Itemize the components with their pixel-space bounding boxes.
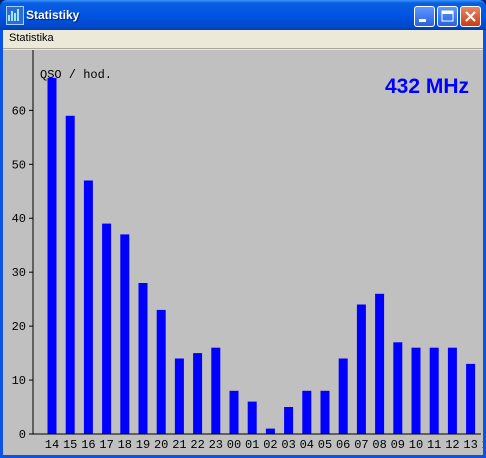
- x-tick-label: 04: [300, 438, 314, 452]
- unit-label: QSO / hod.: [40, 68, 112, 82]
- maximize-button[interactable]: [437, 6, 458, 27]
- bar: [138, 283, 148, 434]
- bar: [102, 223, 112, 434]
- x-tick-label: 16: [81, 438, 95, 452]
- bar: [156, 309, 166, 434]
- app-icon: [6, 6, 24, 25]
- y-tick-label: 10: [12, 374, 26, 388]
- maximize-icon: [441, 10, 454, 22]
- bar: [174, 358, 184, 434]
- y-tick-label: 40: [12, 212, 26, 226]
- bar: [120, 234, 130, 434]
- x-tick-label: 19: [136, 438, 150, 452]
- bar: [284, 407, 294, 434]
- x-tick-label: 02: [263, 438, 277, 452]
- x-tick-label: 22: [190, 438, 204, 452]
- x-tick-label: 05: [318, 438, 332, 452]
- y-tick-label: 0: [19, 428, 26, 442]
- menu-separator: [3, 48, 483, 49]
- x-tick-label: 07: [354, 438, 368, 452]
- bar-chart: 0 10 20 30 40 50 60 14 15 16 17 18 19 20 21 22 23 00 01 02…: [12, 50, 483, 452]
- app-window: Statistiky Statistika 0 10 20 30 40 50 6…: [0, 0, 486, 458]
- minimize-button[interactable]: [414, 6, 435, 27]
- y-tick-label: 30: [12, 266, 26, 280]
- client-area: Statistika 0 10 20 30 40 50 60 14 15 16 17 18 19 20 2…: [3, 30, 483, 455]
- menu-statistika[interactable]: Statistika: [9, 32, 54, 44]
- x-tick-label: 03: [281, 438, 295, 452]
- close-button[interactable]: [460, 6, 481, 27]
- x-tick-label: 01: [245, 438, 259, 452]
- window-title: Statistiky: [26, 8, 80, 22]
- y-tick-label: 20: [12, 320, 26, 334]
- bar: [393, 342, 403, 434]
- x-tick-label: 14: [45, 438, 59, 452]
- bar: [83, 180, 93, 434]
- x-tick-label: 09: [391, 438, 405, 452]
- bar: [193, 353, 203, 434]
- x-tick-label: 13: [463, 438, 477, 452]
- x-tick-label: 23: [209, 438, 223, 452]
- y-tick-label: 60: [12, 104, 26, 118]
- bar: [211, 347, 221, 434]
- band-label: 432 MHz: [385, 75, 469, 98]
- bar: [47, 78, 57, 434]
- x-tick-label: 21: [172, 438, 186, 452]
- x-tick-label: 12: [445, 438, 459, 452]
- bar: [429, 347, 439, 434]
- x-tick-label: 10: [409, 438, 423, 452]
- bar: [466, 363, 476, 434]
- x-tick-label: 20: [154, 438, 168, 452]
- bar: [356, 304, 366, 434]
- bar: [411, 347, 421, 434]
- bar: [265, 428, 275, 434]
- bar: [375, 293, 385, 434]
- window-frame: Statistika 0 10 20 30 40 50 60 14 15 16 17 18 19 20 2…: [0, 30, 486, 458]
- x-tick-label: 00: [227, 438, 241, 452]
- chart-area: 0 10 20 30 40 50 60 14 15 16 17 18 19 20 21 22 23 00 01 02…: [3, 50, 483, 455]
- menu-bar: Statistika: [3, 30, 483, 49]
- x-tick-label: 14: [482, 438, 483, 452]
- x-tick-label: 11: [427, 438, 441, 452]
- bar: [338, 358, 348, 434]
- x-tick-label: 15: [63, 438, 77, 452]
- bar: [320, 390, 330, 434]
- bar: [229, 390, 239, 434]
- x-tick-label: 06: [336, 438, 350, 452]
- close-icon: [465, 11, 476, 22]
- x-tick-label: 08: [372, 438, 386, 452]
- x-tick-label: 18: [118, 438, 132, 452]
- y-tick-label: 50: [12, 158, 26, 172]
- minimize-icon: [419, 19, 426, 22]
- bar: [65, 115, 75, 435]
- bar: [247, 401, 257, 434]
- title-bar[interactable]: Statistiky: [0, 0, 486, 30]
- bar: [447, 347, 457, 434]
- bar: [302, 390, 312, 434]
- x-tick-label: 17: [99, 438, 113, 452]
